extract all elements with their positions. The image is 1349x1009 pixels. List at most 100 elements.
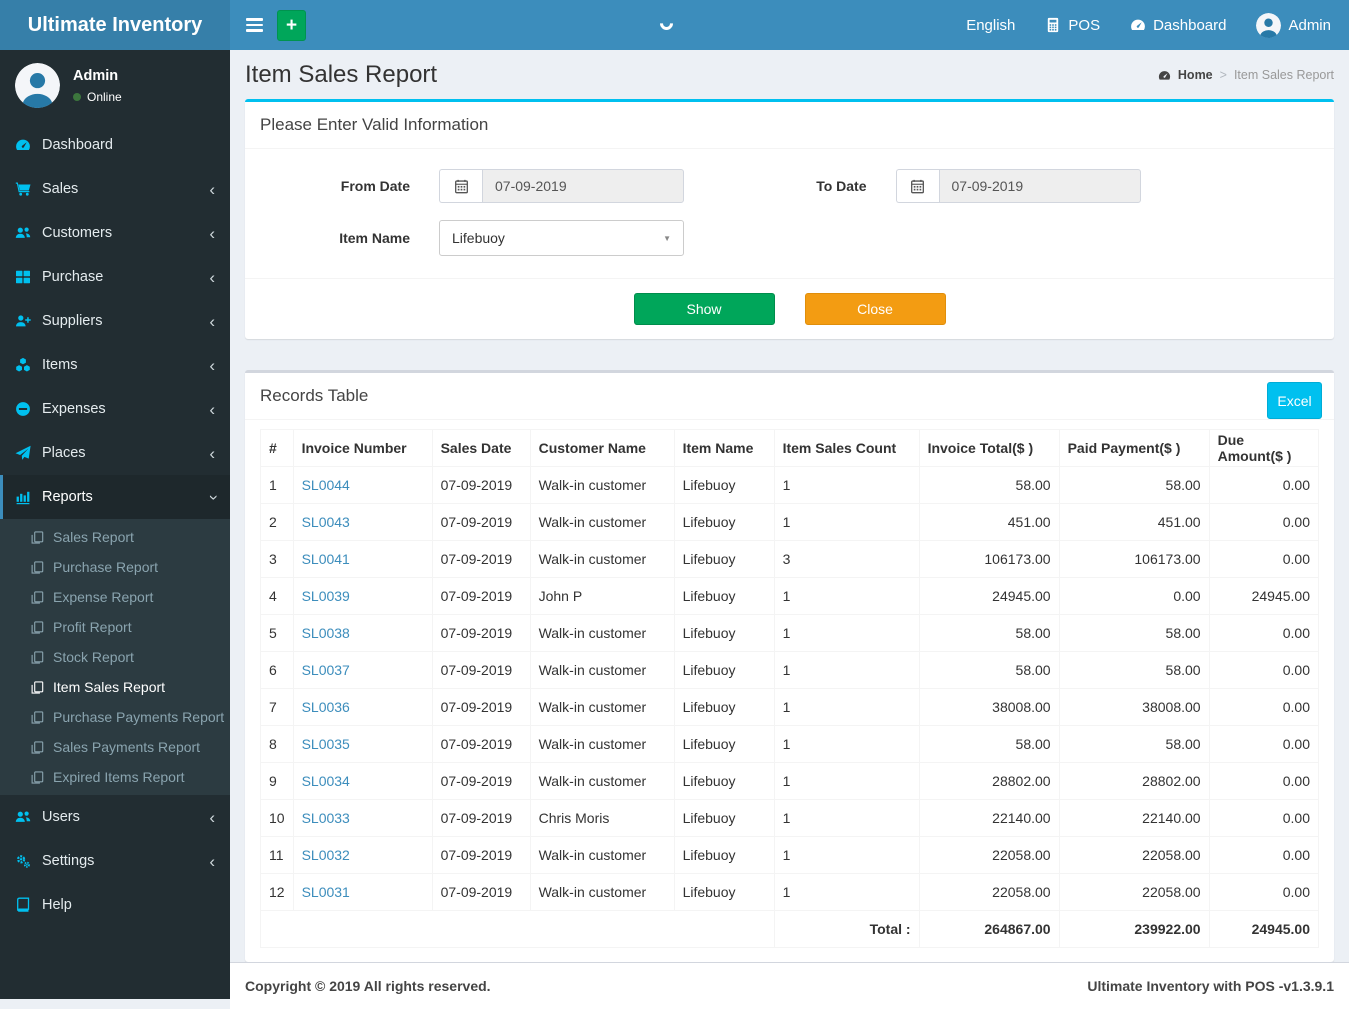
table-row: 12 SL0031 07-09-2019 Walk-in customer Li… bbox=[260, 873, 1320, 911]
item-name-group: Item Name Lifebuoy ▼ bbox=[260, 220, 790, 256]
sidebar-item-settings[interactable]: Settings ‹ bbox=[0, 839, 230, 883]
invoice-link[interactable]: SL0035 bbox=[302, 736, 350, 752]
sidebar-item-items[interactable]: Items ‹ bbox=[0, 343, 230, 387]
chevron-left-icon: ‹ bbox=[209, 179, 215, 199]
to-date-input[interactable] bbox=[938, 169, 1141, 203]
cell-customer: Walk-in customer bbox=[529, 873, 675, 911]
invoice-link[interactable]: SL0041 bbox=[302, 551, 350, 567]
cell-sales-date: 07-09-2019 bbox=[431, 540, 531, 578]
cell-item: Lifebuoy bbox=[673, 540, 775, 578]
cell-paid-payment: 0.00 bbox=[1058, 577, 1210, 615]
cell-customer: Walk-in customer bbox=[529, 466, 675, 504]
brand-logo[interactable]: Ultimate Inventory bbox=[0, 0, 230, 50]
invoice-link[interactable]: SL0037 bbox=[302, 662, 350, 678]
filter-panel: Please Enter Valid Information From Date… bbox=[245, 99, 1334, 339]
pos-link[interactable]: POS bbox=[1045, 17, 1100, 34]
cell-paid-payment: 22058.00 bbox=[1058, 836, 1210, 874]
language-menu[interactable]: English bbox=[966, 17, 1015, 34]
sidebar-subitem-purchase-report[interactable]: Purchase Report bbox=[0, 552, 230, 582]
from-date-group: From Date bbox=[260, 169, 790, 203]
sidebar-item-sales[interactable]: Sales ‹ bbox=[0, 167, 230, 211]
sidebar-user-panel: Admin Online bbox=[0, 50, 230, 123]
sidebar-item-places[interactable]: Places ‹ bbox=[0, 431, 230, 475]
invoice-link[interactable]: SL0036 bbox=[302, 699, 350, 715]
cell-due-amount: 0.00 bbox=[1208, 725, 1320, 763]
cell-customer: Walk-in customer bbox=[529, 836, 675, 874]
dashboard-label: Dashboard bbox=[1153, 16, 1227, 34]
invoice-link[interactable]: SL0034 bbox=[302, 773, 350, 789]
invoice-link[interactable]: SL0032 bbox=[302, 847, 350, 863]
invoice-link[interactable]: SL0033 bbox=[302, 810, 350, 826]
sidebar-subitem-expired-items-report[interactable]: Expired Items Report bbox=[0, 762, 230, 792]
excel-export-button[interactable]: Excel bbox=[1267, 382, 1322, 419]
cell-due-amount: 0.00 bbox=[1208, 466, 1320, 504]
quick-add-button[interactable]: + bbox=[277, 9, 306, 41]
chevron-left-icon: ‹ bbox=[209, 311, 215, 331]
breadcrumb-current: Item Sales Report bbox=[1233, 68, 1334, 82]
content-header: Item Sales Report Home > Item Sales Repo… bbox=[230, 50, 1349, 93]
cell-invoice-total: 58.00 bbox=[918, 614, 1060, 652]
copy-icon bbox=[31, 770, 44, 784]
cart-icon bbox=[15, 182, 31, 196]
hamburger-icon bbox=[246, 17, 263, 21]
cell-item: Lifebuoy bbox=[673, 577, 775, 615]
sidebar-subitem-expense-report[interactable]: Expense Report bbox=[0, 582, 230, 612]
reports-submenu: Sales Report Purchase Report Expense Rep… bbox=[0, 519, 230, 795]
invoice-link[interactable]: SL0044 bbox=[302, 477, 350, 493]
cell-number: 6 bbox=[260, 651, 294, 689]
col-invoice-number: Invoice Number bbox=[292, 429, 433, 467]
sidebar-item-purchase[interactable]: Purchase ‹ bbox=[0, 255, 230, 299]
user-menu[interactable]: Admin bbox=[1256, 12, 1331, 38]
sidebar-toggle-button[interactable] bbox=[230, 15, 277, 36]
sidebar-subitem-sales-payments-report[interactable]: Sales Payments Report bbox=[0, 732, 230, 762]
cell-item: Lifebuoy bbox=[673, 725, 775, 763]
cell-number: 4 bbox=[260, 577, 294, 615]
cell-count: 1 bbox=[773, 651, 920, 689]
user-name-label: Admin bbox=[1288, 16, 1331, 34]
cell-invoice-total: 38008.00 bbox=[918, 688, 1060, 726]
sidebar-subitem-purchase-payments-report[interactable]: Purchase Payments Report bbox=[0, 702, 230, 732]
invoice-link[interactable]: SL0031 bbox=[302, 884, 350, 900]
item-name-select[interactable]: Lifebuoy ▼ bbox=[439, 220, 684, 256]
dashboard-link[interactable]: Dashboard bbox=[1130, 17, 1226, 34]
show-button[interactable]: Show bbox=[633, 293, 775, 325]
invoice-link[interactable]: SL0043 bbox=[302, 514, 350, 530]
table-row: 6 SL0037 07-09-2019 Walk-in customer Lif… bbox=[260, 651, 1320, 689]
to-date-group: To Date bbox=[790, 169, 1320, 203]
cell-number: 12 bbox=[260, 873, 294, 911]
from-date-input[interactable] bbox=[482, 169, 684, 203]
cell-due-amount: 0.00 bbox=[1208, 614, 1320, 652]
users-icon bbox=[15, 227, 31, 238]
sidebar-item-suppliers[interactable]: Suppliers ‹ bbox=[0, 299, 230, 343]
chevron-left-icon: ‹ bbox=[209, 223, 215, 243]
sidebar-subitem-sales-report[interactable]: Sales Report bbox=[0, 522, 230, 552]
pos-label: POS bbox=[1068, 16, 1101, 34]
sidebar-item-help[interactable]: Help bbox=[0, 883, 230, 927]
cell-invoice-total: 106173.00 bbox=[918, 540, 1060, 578]
breadcrumb-home[interactable]: Home bbox=[1178, 68, 1213, 82]
sidebar-subitem-stock-report[interactable]: Stock Report bbox=[0, 642, 230, 672]
sidebar-subitem-profit-report[interactable]: Profit Report bbox=[0, 612, 230, 642]
records-panel: Records Table Excel # Invoice Number Sal… bbox=[245, 370, 1334, 962]
sidebar-item-expenses[interactable]: Expenses ‹ bbox=[0, 387, 230, 431]
sidebar-menu-bottom: Users ‹ Settings ‹ Help bbox=[0, 795, 230, 927]
cell-customer: Walk-in customer bbox=[529, 651, 675, 689]
grid-icon bbox=[16, 270, 30, 284]
page-title: Item Sales Report bbox=[245, 61, 438, 88]
cell-number: 9 bbox=[260, 762, 294, 800]
sidebar-subitem-item-sales-report[interactable]: Item Sales Report bbox=[0, 672, 230, 702]
cell-invoice: SL0037 bbox=[292, 651, 433, 689]
invoice-link[interactable]: SL0039 bbox=[302, 588, 350, 604]
sidebar-item-customers[interactable]: Customers ‹ bbox=[0, 211, 230, 255]
table-row: 7 SL0036 07-09-2019 Walk-in customer Lif… bbox=[260, 688, 1320, 726]
sidebar-item-users[interactable]: Users ‹ bbox=[0, 795, 230, 839]
sidebar-item-dashboard[interactable]: Dashboard bbox=[0, 123, 230, 167]
cell-due-amount: 0.00 bbox=[1208, 873, 1320, 911]
invoice-link[interactable]: SL0038 bbox=[302, 625, 350, 641]
sidebar-item-reports[interactable]: Reports ‹ bbox=[0, 475, 230, 519]
home-dashboard-icon bbox=[1158, 70, 1171, 80]
close-button[interactable]: Close bbox=[804, 293, 946, 325]
cell-due-amount: 0.00 bbox=[1208, 799, 1320, 837]
copy-icon bbox=[31, 530, 44, 544]
cell-invoice: SL0035 bbox=[292, 725, 433, 763]
